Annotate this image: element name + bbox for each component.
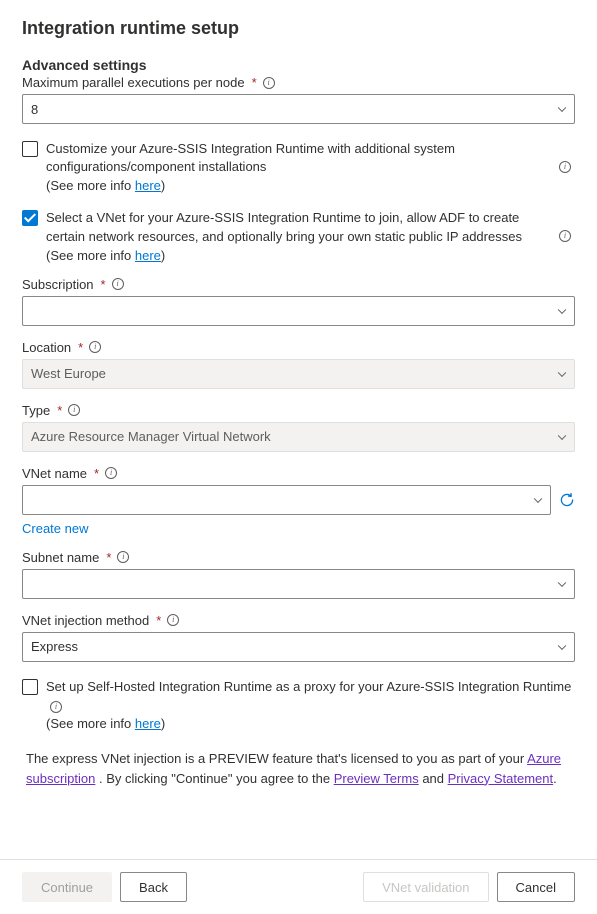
proxy-see-more-link[interactable]: here [135, 716, 161, 731]
info-icon[interactable] [105, 467, 117, 479]
info-icon[interactable] [559, 230, 571, 242]
page-title: Integration runtime setup [22, 18, 575, 39]
create-new-link[interactable]: Create new [22, 521, 88, 536]
vnet-name-select[interactable] [22, 485, 551, 515]
section-title: Advanced settings [22, 57, 575, 73]
max-parallel-select[interactable]: 8 [22, 94, 575, 124]
preview-notice: The express VNet injection is a PREVIEW … [22, 749, 575, 788]
info-icon[interactable] [68, 404, 80, 416]
vnet-checkbox[interactable] [22, 210, 38, 226]
proxy-text: Set up Self-Hosted Integration Runtime a… [46, 678, 575, 714]
vnet-validation-button: VNet validation [363, 872, 488, 902]
location-label: Location* [22, 340, 575, 355]
customize-text: Customize your Azure-SSIS Integration Ru… [46, 140, 553, 176]
proxy-checkbox[interactable] [22, 679, 38, 695]
subnet-name-label: Subnet name* [22, 550, 575, 565]
injection-select[interactable]: Express [22, 632, 575, 662]
continue-button: Continue [22, 872, 112, 902]
injection-label: VNet injection method* [22, 613, 575, 628]
subscription-label: Subscription* [22, 277, 575, 292]
cancel-button[interactable]: Cancel [497, 872, 575, 902]
footer: Continue Back VNet validation Cancel [0, 859, 597, 914]
max-parallel-label: Maximum parallel executions per node* [22, 75, 575, 90]
back-button[interactable]: Back [120, 872, 187, 902]
vnet-text: Select a VNet for your Azure-SSIS Integr… [46, 209, 553, 245]
refresh-icon[interactable] [559, 492, 575, 508]
subscription-select[interactable] [22, 296, 575, 326]
info-icon[interactable] [112, 278, 124, 290]
customize-see-more: (See more info here) [46, 178, 553, 193]
type-label: Type* [22, 403, 575, 418]
info-icon[interactable] [89, 341, 101, 353]
location-select: West Europe [22, 359, 575, 389]
vnet-see-more-link[interactable]: here [135, 248, 161, 263]
type-select: Azure Resource Manager Virtual Network [22, 422, 575, 452]
info-icon[interactable] [167, 614, 179, 626]
vnet-name-label: VNet name* [22, 466, 575, 481]
privacy-statement-link[interactable]: Privacy Statement [448, 771, 554, 786]
vnet-see-more: (See more info here) [46, 248, 553, 263]
customize-see-more-link[interactable]: here [135, 178, 161, 193]
info-icon[interactable] [117, 551, 129, 563]
subnet-name-select[interactable] [22, 569, 575, 599]
customize-checkbox[interactable] [22, 141, 38, 157]
info-icon[interactable] [559, 161, 571, 173]
preview-terms-link[interactable]: Preview Terms [334, 771, 419, 786]
info-icon[interactable] [50, 701, 62, 713]
info-icon[interactable] [263, 77, 275, 89]
proxy-see-more: (See more info here) [46, 716, 575, 731]
